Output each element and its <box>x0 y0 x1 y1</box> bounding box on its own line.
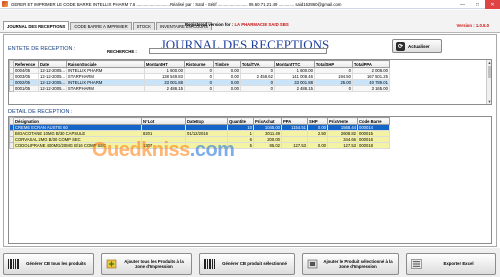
maximize-button[interactable]: □ <box>470 0 485 9</box>
table-cell[interactable]: 12-12-2005... <box>38 85 67 92</box>
registration-prefix: Registered version for : <box>185 22 234 27</box>
generate-selected-barcode-button[interactable]: Générer CB produit sélectionné <box>199 253 295 275</box>
table-cell[interactable]: 0 <box>313 85 353 92</box>
col-header[interactable]: Désignation <box>13 117 142 125</box>
watermark-suffix: .com <box>189 139 235 161</box>
watermark-logo: Ouedkniss.com <box>92 139 235 162</box>
col-header[interactable]: TotalPPA <box>351 60 390 68</box>
table-cell[interactable]: 0 <box>183 85 214 92</box>
app-icon <box>2 1 8 7</box>
receptions-grid[interactable]: Reference Date RaisonSociale MontantHT R… <box>8 59 492 105</box>
detail-label: DETAIL DE RECEPTION : <box>8 109 73 115</box>
col-header[interactable]: N°Lot <box>141 117 186 125</box>
table-cell[interactable]: 0 <box>239 85 275 92</box>
button-label: Ajouter tous les Produits à la zone d'Im… <box>124 258 184 270</box>
table-cell[interactable]: 127.53 <box>281 142 308 149</box>
col-header[interactable]: RaisonSociale <box>65 60 145 68</box>
table-cell[interactable]: 85.02 <box>253 142 282 149</box>
window-controls: — □ ✕ <box>455 0 500 9</box>
export-excel-button[interactable]: Exporter Excel <box>406 253 496 275</box>
barcode-single-icon <box>203 258 215 270</box>
table-cell[interactable]: STARPHARM <box>65 85 145 92</box>
button-label: Ajouter le Produit sélectionné à la zone… <box>323 258 393 270</box>
table-cell[interactable]: 000018 <box>357 142 390 149</box>
scroll-down-icon[interactable]: ▼ <box>487 99 491 104</box>
table-cell[interactable]: 0.00 <box>307 142 328 149</box>
table-cell[interactable]: 12-12-2005... <box>38 73 67 80</box>
scroll-thumb[interactable] <box>488 66 491 78</box>
refresh-button[interactable]: ⟳ Actualiser <box>392 39 442 53</box>
excel-icon <box>410 258 422 270</box>
detail-grid[interactable]: Désignation N°Lot DateExp Quantite PrixA… <box>8 116 492 244</box>
tab-stock[interactable]: STOCK <box>132 22 155 30</box>
col-header[interactable]: Date <box>38 60 67 68</box>
col-header[interactable]: Code Barre <box>357 117 390 125</box>
barcode-icon <box>7 258 19 270</box>
col-header[interactable]: Timbre <box>212 60 241 68</box>
col-header[interactable]: Ristourne <box>183 60 214 68</box>
scroll-up-icon[interactable]: ▲ <box>487 60 491 65</box>
col-header[interactable]: PrixVente <box>327 117 358 125</box>
add-selected-to-print-button[interactable]: Ajouter le Produit sélectionné à la zone… <box>302 253 399 275</box>
add-all-to-print-button[interactable]: Ajouter tous les Produits à la zone d'Im… <box>101 253 192 275</box>
col-header[interactable]: PPA <box>281 117 308 125</box>
window-title: GERER ET IMPRIMER LE CODE BARRE INTELLIX… <box>11 1 342 7</box>
table-cell[interactable]: 2 486.15 <box>143 85 185 92</box>
search-input[interactable] <box>149 48 327 54</box>
table-row[interactable]: 0001/05 12-12-2005... STARPHARM 2 486.15… <box>9 85 390 92</box>
col-header[interactable]: MontantTTC <box>273 60 315 68</box>
refresh-button-label: Actualiser <box>408 43 430 49</box>
title-bar: GERER ET IMPRIMER LE CODE BARRE INTELLIX… <box>0 0 500 9</box>
col-header[interactable]: Quantite <box>227 117 254 125</box>
table-cell[interactable]: 127.53 <box>327 142 358 149</box>
col-header[interactable]: DateExp <box>185 117 228 125</box>
close-button[interactable]: ✕ <box>485 0 500 9</box>
table-cell[interactable]: 12-12-2005... <box>38 67 67 74</box>
watermark-text: Ouedkniss <box>92 139 190 161</box>
minimize-button[interactable]: — <box>455 0 470 9</box>
add-all-icon <box>105 258 117 270</box>
tab-journal-receptions[interactable]: JOURNAL DES RECEPTIONS <box>3 21 70 30</box>
col-header[interactable]: SHP <box>307 117 328 125</box>
tab-strip: JOURNAL DES RECEPTIONS CODE BARRE A IMPR… <box>0 10 500 33</box>
action-bar: Générer CB tous les produits Ajouter tou… <box>0 248 500 277</box>
button-label: Générer CB produit sélectionné <box>222 261 287 267</box>
main-panel: ENTETE DE RECEPTION : JOURNAL DES RECEPT… <box>3 34 497 247</box>
table-cell[interactable]: 12-12-2005... <box>38 79 67 86</box>
tab-code-barre[interactable]: CODE BARRE A IMPRIMER <box>70 22 132 30</box>
registration-name: LA PHARMACIE SAID SBS <box>234 22 289 27</box>
col-header[interactable]: PrixAchat <box>253 117 282 125</box>
table-cell[interactable]: 2 486.15 <box>273 85 315 92</box>
table-cell[interactable]: 0.00 <box>212 85 241 92</box>
col-header[interactable]: TotalTVA <box>239 60 275 68</box>
entete-label: ENTETE DE RECEPTION : <box>8 46 76 52</box>
table-cell[interactable]: 0001/05 <box>13 85 39 92</box>
table-cell[interactable]: 3 165.00 <box>351 85 390 92</box>
refresh-icon: ⟳ <box>396 41 405 51</box>
col-header[interactable]: MontantHT <box>143 60 185 68</box>
button-label: Exporter Excel <box>443 261 474 267</box>
version-label: Version : 1.0.5.0 <box>456 23 489 28</box>
receptions-scrollbar[interactable]: ▲ ▼ <box>486 60 491 104</box>
col-header[interactable]: Reference <box>13 60 39 68</box>
search-label: RECHERCHE : <box>107 49 137 54</box>
generate-all-barcodes-button[interactable]: Générer CB tous les produits <box>3 253 94 275</box>
col-header[interactable]: TotalSHP <box>313 60 353 68</box>
registration-info: Registered version for : LA PHARMACIE SA… <box>185 22 289 27</box>
add-one-icon <box>306 258 318 270</box>
button-label: Générer CB tous les produits <box>26 261 86 267</box>
